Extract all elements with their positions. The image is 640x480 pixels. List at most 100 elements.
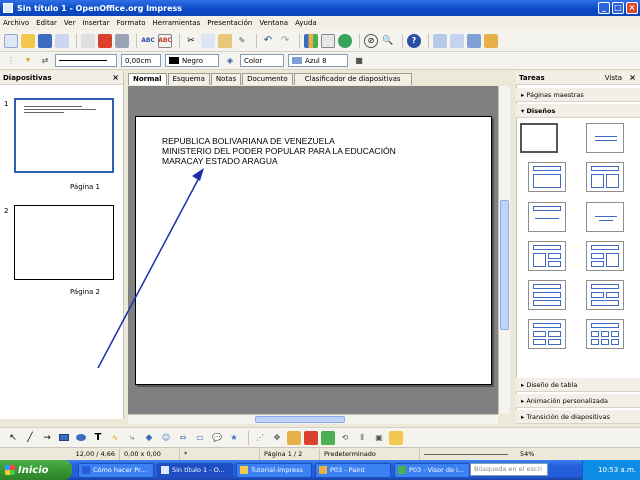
line-arrow-icon[interactable]: → (40, 431, 54, 445)
horizontal-scroll-thumb[interactable] (255, 416, 345, 423)
fontwork-icon[interactable] (287, 430, 301, 445)
menu-herramientas[interactable]: Herramientas (153, 19, 201, 27)
slide-design-icon[interactable] (467, 33, 481, 48)
layout-content-2-split[interactable] (586, 241, 624, 271)
spellcheck-icon[interactable]: ABC (141, 34, 155, 48)
fill-bucket-icon[interactable]: ⯆ (21, 54, 35, 68)
arrange-icon[interactable]: ▣ (372, 431, 386, 445)
hyperlink-globe-icon[interactable] (338, 33, 352, 48)
edit-points-icon[interactable]: ⋮ (4, 54, 18, 68)
tab-normal[interactable]: Normal (128, 73, 167, 85)
menu-formato[interactable]: Formato (117, 19, 146, 27)
status-zoom[interactable]: 54% (516, 449, 538, 460)
connector-icon[interactable]: ⤷ (125, 431, 139, 445)
vertical-scroll-thumb[interactable] (500, 200, 509, 330)
from-file-icon[interactable] (304, 430, 318, 445)
section-disenos[interactable]: ▾ Diseños (516, 104, 640, 118)
menu-insertar[interactable]: Insertar (82, 19, 109, 27)
menu-ayuda[interactable]: Ayuda (295, 19, 317, 27)
line-color-select[interactable]: Negro (165, 54, 219, 67)
tab-notas[interactable]: Notas (210, 73, 242, 85)
print-icon[interactable] (115, 33, 129, 48)
task-pane-view-menu[interactable]: Vista (605, 74, 622, 82)
new-slide-icon[interactable] (450, 33, 464, 48)
shadow-icon[interactable]: ■ (352, 54, 366, 68)
line-width-field[interactable]: 0,00cm (121, 54, 161, 67)
block-arrows-icon[interactable]: ⇔ (176, 431, 190, 445)
taskbar-item-paint[interactable]: P03 - Paint (315, 462, 391, 478)
new-document-icon[interactable] (4, 33, 18, 48)
layout-title-6-content[interactable] (586, 319, 624, 349)
rectangle-icon[interactable] (57, 431, 71, 445)
close-panel-icon[interactable]: × (112, 73, 119, 82)
show-draw-functions-icon[interactable]: ⊘ (364, 33, 378, 48)
taskbar-item-viewer[interactable]: P03 - Visor de i... (394, 462, 470, 478)
open-folder-icon[interactable] (21, 33, 35, 48)
text-tool-icon[interactable]: T (91, 431, 105, 445)
layout-title-content-over[interactable] (528, 280, 566, 310)
gallery-icon[interactable] (321, 430, 335, 445)
layout-title-content[interactable] (528, 162, 566, 192)
zoom-icon[interactable]: 🔍 (381, 34, 395, 48)
line-style-select[interactable] (55, 54, 117, 67)
section-transicion-diapositivas[interactable]: ▸ Transición de diapositivas (516, 410, 640, 424)
taskbar-item-folder[interactable]: Tutorial-Impress (236, 462, 312, 478)
clock[interactable]: 10:53 a.m. (598, 466, 636, 474)
layout-title-2-over[interactable] (586, 280, 624, 310)
save-icon[interactable] (38, 33, 52, 48)
slide-thumbnail-2[interactable] (14, 205, 114, 280)
gluepoints-icon[interactable]: ✥ (270, 431, 284, 445)
autospellcheck-icon[interactable]: ABC (158, 33, 172, 48)
layout-title-2-content[interactable] (586, 162, 624, 192)
chart-icon[interactable] (304, 33, 318, 48)
layout-title-text[interactable] (528, 202, 566, 232)
taskbar-item-word[interactable]: Cómo hacer Pr... (78, 462, 154, 478)
desktop-search-input[interactable]: Búsqueda en el escri (470, 463, 548, 476)
menu-editar[interactable]: Editar (36, 19, 57, 27)
ellipse-icon[interactable] (74, 431, 88, 445)
undo-icon[interactable]: ↶ (261, 34, 275, 48)
points-icon[interactable]: ⋰ (253, 431, 267, 445)
slide-show-icon[interactable] (484, 33, 498, 48)
align-icon[interactable]: ⫴ (355, 431, 369, 445)
copy-icon[interactable] (201, 33, 215, 48)
select-arrow-icon[interactable]: ↖ (6, 431, 20, 445)
fill-color-select[interactable]: Azul 8 (288, 54, 348, 67)
window-titlebar[interactable]: Sin título 1 - OpenOffice.org Impress _ … (0, 0, 640, 16)
slide-text-box[interactable]: REPUBLICA BOLIVARIANA DE VENEZUELA MINIS… (162, 136, 396, 166)
layout-title-4-content[interactable] (528, 319, 566, 349)
layout-blank[interactable] (520, 123, 558, 153)
line-tool-icon[interactable]: ╱ (23, 431, 37, 445)
area-style-icon[interactable]: ◈ (223, 54, 237, 68)
layout-2-content-split[interactable] (528, 241, 566, 271)
basic-shapes-icon[interactable]: ◆ (142, 431, 156, 445)
tab-clasificador[interactable]: Clasificador de diapositivas (293, 73, 412, 85)
fill-type-select[interactable]: Color (240, 54, 284, 67)
table-icon[interactable] (321, 33, 335, 48)
menu-archivo[interactable]: Archivo (3, 19, 29, 27)
tab-esquema[interactable]: Esquema (167, 73, 210, 85)
extrusion-icon[interactable] (389, 430, 403, 445)
layout-centered-text[interactable] (586, 202, 624, 232)
menu-ver[interactable]: Ver (64, 19, 75, 27)
taskbar-item-impress[interactable]: Sin título 1 - O... (157, 462, 233, 478)
stars-icon[interactable]: ★ (227, 431, 241, 445)
section-diseno-de-tabla[interactable]: ▸ Diseño de tabla (516, 378, 640, 392)
curve-tool-icon[interactable]: ∿ (108, 431, 122, 445)
close-task-pane-icon[interactable]: × (629, 73, 636, 82)
callouts-icon[interactable]: 💬 (210, 431, 224, 445)
zoom-slider[interactable] (420, 449, 516, 460)
section-paginas-maestras[interactable]: ▸ Páginas maestras (516, 88, 640, 102)
email-icon[interactable] (55, 33, 69, 48)
flowchart-icon[interactable]: ▭ (193, 431, 207, 445)
symbol-shapes-icon[interactable]: ☺ (159, 431, 173, 445)
slide-thumbnail-1[interactable] (14, 98, 114, 173)
tab-documento[interactable]: Documento (242, 73, 293, 85)
slide-layout-icon[interactable] (433, 33, 447, 48)
section-animacion-personalizada[interactable]: ▸ Animación personalizada (516, 394, 640, 408)
menu-presentacion[interactable]: Presentación (207, 19, 252, 27)
rotate-icon[interactable]: ⟲ (338, 431, 352, 445)
export-pdf-icon[interactable] (98, 33, 112, 48)
clone-format-icon[interactable]: ✎ (235, 34, 249, 48)
close-window-button[interactable]: × (626, 2, 638, 14)
